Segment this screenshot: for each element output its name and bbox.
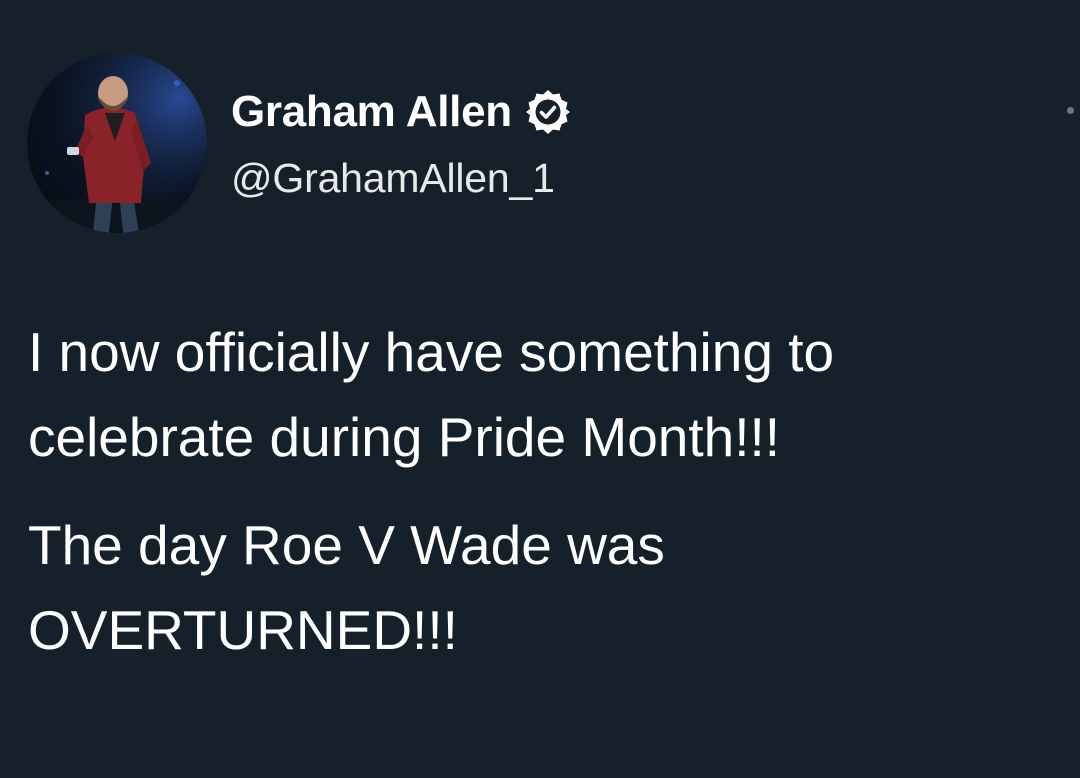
author-handle[interactable]: @GrahamAllen_1 <box>231 150 555 206</box>
author-name-row: Graham Allen <box>231 84 572 140</box>
tweet-line: OVERTURNED!!! <box>28 599 458 661</box>
tweet-text: I now officially have something to celeb… <box>28 310 1068 673</box>
verified-badge-icon <box>525 90 570 134</box>
tweet-paragraph: I now officially have something to celeb… <box>28 310 1068 480</box>
more-options-icon[interactable] <box>1067 107 1074 114</box>
tweet-line: I now officially have something to <box>28 321 835 383</box>
tweet-paragraph: The day Roe V Wade was OVERTURNED!!! <box>28 503 1068 673</box>
avatar[interactable] <box>27 53 207 233</box>
author-display-name[interactable]: Graham Allen <box>231 84 512 140</box>
tweet-line: celebrate during Pride Month!!! <box>28 406 781 468</box>
avatar-photo-icon <box>27 53 207 233</box>
tweet-card: Graham Allen @GrahamAllen_1 I now offici… <box>0 0 1080 778</box>
tweet-line: The day Roe V Wade was <box>28 514 665 576</box>
